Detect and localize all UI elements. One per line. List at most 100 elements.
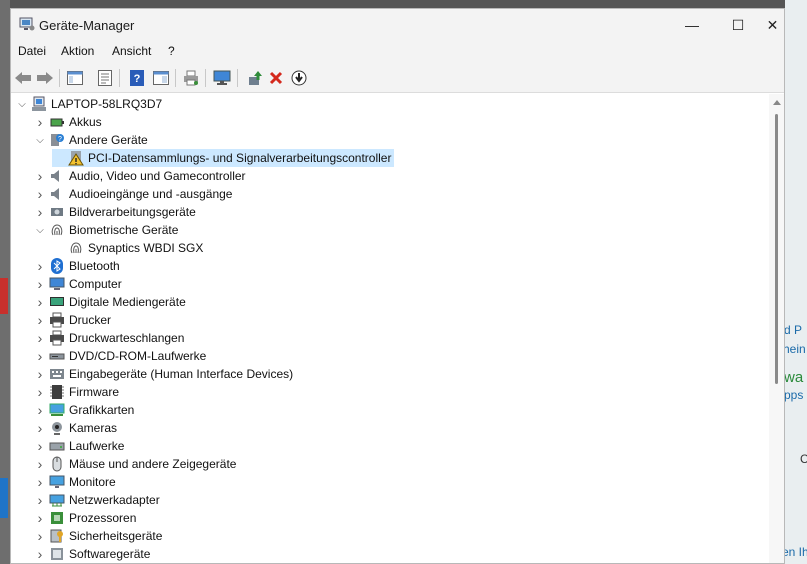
chevron-down-icon[interactable]: ⌵ — [33, 221, 47, 239]
disc-drive-icon — [49, 348, 65, 364]
computer-icon — [31, 96, 47, 112]
chevron-right-icon[interactable]: › — [33, 347, 47, 365]
disk-drive-icon — [49, 438, 65, 454]
security-key-icon — [49, 528, 65, 544]
warning-device-icon — [68, 150, 84, 166]
chevron-right-icon[interactable]: › — [33, 383, 47, 401]
chevron-right-icon[interactable]: › — [33, 527, 47, 545]
menu-datei[interactable]: Datei — [18, 44, 46, 58]
scrollbar-thumb[interactable] — [775, 114, 778, 384]
chevron-right-icon[interactable]: › — [33, 293, 47, 311]
tree-item-label: Softwaregeräte — [69, 547, 151, 561]
tree-category[interactable]: › Grafikkarten — [33, 401, 135, 419]
tree-category[interactable]: › Bluetooth — [33, 257, 120, 275]
printer-icon — [49, 312, 65, 328]
tree-item-label: Prozessoren — [69, 511, 137, 525]
vertical-scrollbar[interactable] — [769, 94, 784, 563]
speaker-icon — [49, 186, 65, 202]
tree-category[interactable]: › Monitore — [33, 473, 116, 491]
print-icon — [184, 70, 198, 86]
chevron-right-icon[interactable]: › — [33, 365, 47, 383]
tree-category[interactable]: › Eingabegeräte (Human Interface Devices) — [33, 365, 293, 383]
unknown-device-icon: ? — [49, 132, 65, 148]
minimize-button[interactable]: — — [669, 9, 715, 41]
chevron-down-icon[interactable]: ⌵ — [33, 131, 47, 149]
tree-category[interactable]: › Druckwarteschlangen — [33, 329, 185, 347]
monitor-scan-icon — [213, 70, 231, 85]
tree-item-label: Kameras — [69, 421, 118, 435]
tree-category[interactable]: › Audio, Video und Gamecontroller — [33, 167, 246, 185]
tree-category[interactable]: › Bildverarbeitungsgeräte — [33, 203, 196, 221]
tree-item-label: Laufwerke — [69, 439, 125, 453]
maximize-button[interactable]: ☐ — [715, 9, 761, 41]
toolbar-separator — [205, 69, 206, 87]
svg-text:?: ? — [134, 73, 141, 85]
close-button[interactable]: ✕ — [761, 9, 784, 41]
background-text: d P — [784, 323, 803, 337]
tree-category[interactable]: › Digitale Mediengeräte — [33, 293, 186, 311]
tree-root[interactable]: ⌵ LAPTOP-58LRQ3D7 — [15, 95, 162, 113]
print-button[interactable] — [181, 68, 201, 88]
chevron-right-icon[interactable]: › — [33, 419, 47, 437]
chevron-right-icon[interactable]: › — [33, 113, 47, 131]
bluetooth-icon — [49, 258, 65, 274]
tree-category[interactable]: › Kameras — [33, 419, 117, 437]
chevron-right-icon[interactable]: › — [33, 311, 47, 329]
background-text: en Ih — [782, 545, 807, 559]
chevron-right-icon[interactable]: › — [33, 329, 47, 347]
tree-device[interactable]: PCI-Datensammlungs- und Signalverarbeitu… — [52, 149, 395, 167]
window-title: Geräte-Manager — [39, 18, 135, 33]
action-pane-icon — [153, 71, 169, 85]
tree-item-label: Bildverarbeitungsgeräte — [69, 205, 196, 219]
tree-category[interactable]: › Netzwerkadapter — [33, 491, 160, 509]
tree-category[interactable]: › Sicherheitsgeräte — [33, 527, 163, 545]
tree-category[interactable]: › Drucker — [33, 311, 111, 329]
chevron-right-icon[interactable]: › — [33, 491, 47, 509]
action-pane-button[interactable] — [151, 68, 171, 88]
update-driver-button[interactable] — [245, 68, 265, 88]
speaker-icon — [49, 168, 65, 184]
disable-button[interactable] — [289, 68, 309, 88]
tree-category[interactable]: › Laufwerke — [33, 437, 125, 455]
tree-item-label: Firmware — [69, 385, 119, 399]
chevron-right-icon[interactable]: › — [33, 509, 47, 527]
tree-category[interactable]: ⌵? Andere Geräte — [33, 131, 148, 149]
scan-hardware-button[interactable] — [212, 68, 232, 88]
chevron-right-icon[interactable]: › — [33, 401, 47, 419]
chevron-down-icon[interactable]: ⌵ — [15, 95, 29, 113]
background-window: d P hein wa pps C en Ih — [782, 0, 807, 564]
tree-category[interactable]: › Computer — [33, 275, 122, 293]
properties-button[interactable] — [95, 68, 115, 88]
forward-button[interactable] — [35, 68, 55, 88]
tree-category[interactable]: › Mäuse und andere Zeigegeräte — [33, 455, 237, 473]
menu-bar: Datei Aktion Ansicht ? — [11, 41, 784, 63]
menu-ansicht[interactable]: Ansicht — [112, 44, 151, 58]
chevron-right-icon[interactable]: › — [33, 473, 47, 491]
background-text: wa — [784, 369, 804, 386]
tree-category[interactable]: › DVD/CD-ROM-Laufwerke — [33, 347, 207, 365]
tree-category[interactable]: › Akkus — [33, 113, 102, 131]
tree-category[interactable]: › Audioeingänge und -ausgänge — [33, 185, 233, 203]
tree-category[interactable]: › Prozessoren — [33, 509, 137, 527]
back-button[interactable] — [13, 68, 33, 88]
tree-device[interactable]: Synaptics WBDI SGX — [52, 239, 203, 257]
tree-category[interactable]: ⌵ Biometrische Geräte — [33, 221, 178, 239]
tree-category[interactable]: › Firmware — [33, 383, 119, 401]
chevron-right-icon[interactable]: › — [33, 545, 47, 563]
chevron-right-icon[interactable]: › — [33, 275, 47, 293]
menu-help[interactable]: ? — [168, 44, 175, 58]
display-adapter-icon — [49, 402, 65, 418]
chevron-right-icon[interactable]: › — [33, 185, 47, 203]
scroll-up-icon[interactable] — [773, 100, 781, 105]
chevron-right-icon[interactable]: › — [33, 455, 47, 473]
chevron-right-icon[interactable]: › — [33, 437, 47, 455]
media-device-icon — [49, 294, 65, 310]
chevron-right-icon[interactable]: › — [33, 167, 47, 185]
tree-category[interactable]: › Softwaregeräte — [33, 545, 151, 563]
help-button[interactable]: ? — [127, 68, 147, 88]
chevron-right-icon[interactable]: › — [33, 203, 47, 221]
chevron-right-icon[interactable]: › — [33, 257, 47, 275]
uninstall-button[interactable] — [266, 68, 286, 88]
menu-aktion[interactable]: Aktion — [61, 44, 94, 58]
console-tree-button[interactable] — [65, 68, 85, 88]
